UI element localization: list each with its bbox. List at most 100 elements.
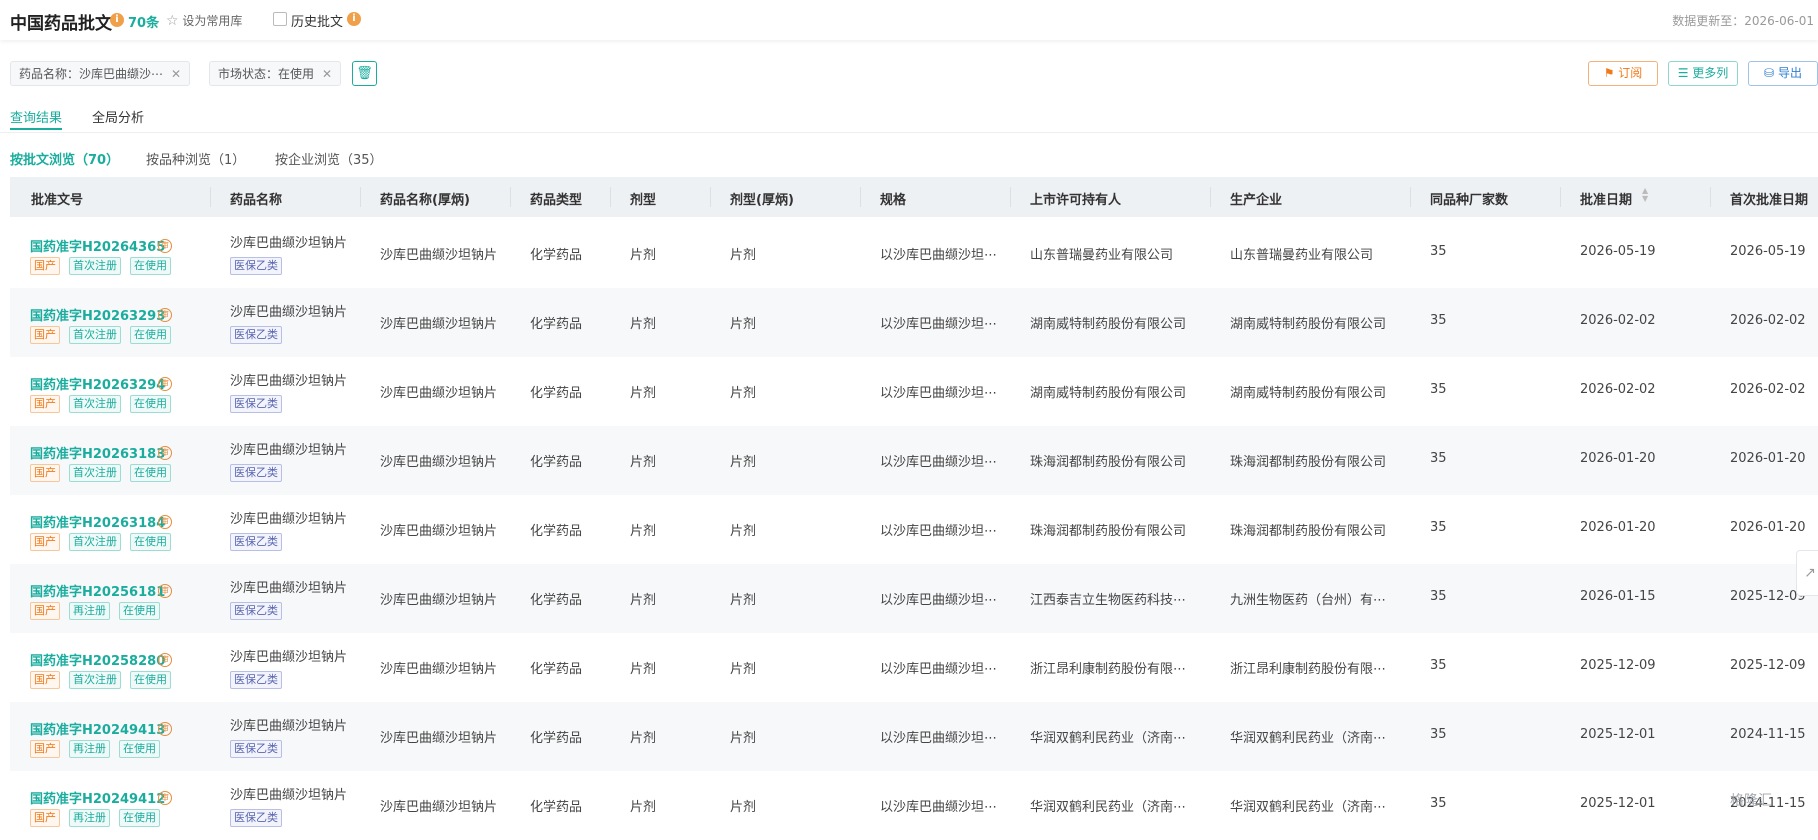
export-icon: ⛁ xyxy=(1764,66,1775,80)
spec: 以沙库巴曲缬沙坦⋯ xyxy=(880,524,998,539)
tab-query-results[interactable]: 查询结果 xyxy=(10,107,62,126)
col-header-first-approval-date[interactable]: 首次批准日期 xyxy=(1730,189,1808,208)
col-header-dosage-form-alt[interactable]: 剂型(厚炳) xyxy=(730,189,794,208)
origin-tag: 国产 xyxy=(30,533,60,551)
filter-label: 药品名称：沙库巴曲缬沙⋯ xyxy=(19,67,164,81)
status-tag: 在使用 xyxy=(119,740,160,758)
approval-date: 2026-05-19 xyxy=(1580,244,1656,259)
approval-number-link[interactable]: 国药准字H20263184 xyxy=(30,512,165,531)
certificate-icon: 审 xyxy=(158,239,172,253)
subtab-by-approval[interactable]: 按批文浏览（70） xyxy=(10,149,119,168)
col-header-dosage-form[interactable]: 剂型 xyxy=(630,189,656,208)
info-icon[interactable]: i xyxy=(110,13,124,27)
insurance-tag: 医保乙类 xyxy=(230,533,282,551)
drug-type: 化学药品 xyxy=(530,524,583,539)
manufacturer: 山东普瑞曼药业有限公司 xyxy=(1230,248,1374,263)
trash-icon: 🗑 xyxy=(356,66,373,81)
close-icon[interactable]: ✕ xyxy=(322,67,332,81)
clear-filters-button[interactable]: 🗑 xyxy=(352,61,377,86)
dosage-form-alt: 片剂 xyxy=(730,386,757,401)
col-header-license-holder[interactable]: 上市许可持有人 xyxy=(1030,189,1121,208)
sort-icon[interactable]: ▲ ▼ xyxy=(1642,187,1648,203)
col-header-manufacturer[interactable]: 生产企业 xyxy=(1230,189,1282,208)
result-count: 70条 xyxy=(128,16,160,31)
col-header-drug-type[interactable]: 药品类型 xyxy=(530,189,582,208)
insurance-tag: 医保乙类 xyxy=(230,395,282,413)
drug-name: 沙库巴曲缬沙坦钠片 xyxy=(230,581,348,596)
first-approval-date: 2026-01-20 xyxy=(1730,451,1806,466)
history-checkbox[interactable] xyxy=(273,12,287,26)
dosage-form: 片剂 xyxy=(630,386,657,401)
status-tag: 在使用 xyxy=(119,602,160,620)
manufacturer: 珠海润都制药股份有限公司 xyxy=(1230,524,1387,539)
filter-chip-drug-name[interactable]: 药品名称：沙库巴曲缬沙⋯ ✕ xyxy=(10,61,191,86)
insurance-tag: 医保乙类 xyxy=(230,740,282,758)
first-approval-date: 2026-01-20 xyxy=(1730,520,1806,535)
tab-divider xyxy=(0,132,1818,133)
approval-number-link[interactable]: 国药准字H20263183 xyxy=(30,443,165,462)
insurance-tag: 医保乙类 xyxy=(230,257,282,275)
dosage-form: 片剂 xyxy=(630,317,657,332)
registration-tag: 首次注册 xyxy=(69,671,121,689)
table-row: 国药准字H20263293 审 国产 首次注册 在使用 沙库巴曲缬沙坦钠片 医保… xyxy=(10,288,1818,357)
active-tab-indicator xyxy=(10,128,62,130)
vendor-count: 35 xyxy=(1430,313,1447,328)
history-info-icon[interactable]: i xyxy=(347,12,361,26)
drug-name-alt: 沙库巴曲缬沙坦钠片 xyxy=(380,593,498,608)
close-icon[interactable]: ✕ xyxy=(171,67,181,81)
tab-global-analysis[interactable]: 全局分析 xyxy=(92,107,144,126)
approval-number-link[interactable]: 国药准字H20263294 xyxy=(30,374,165,393)
approval-number-link[interactable]: 国药准字H20264365 xyxy=(30,236,165,255)
first-approval-date: 2026-02-02 xyxy=(1730,313,1806,328)
col-header-approval-date[interactable]: 批准日期 xyxy=(1580,189,1632,208)
table-row: 国药准字H20258280 审 国产 首次注册 在使用 沙库巴曲缬沙坦钠片 医保… xyxy=(10,633,1818,702)
favorite-button[interactable]: ☆ 设为常用库 xyxy=(166,12,242,29)
table-row: 国药准字H20263183 审 国产 首次注册 在使用 沙库巴曲缬沙坦钠片 医保… xyxy=(10,426,1818,495)
col-header-drug-name[interactable]: 药品名称 xyxy=(230,189,282,208)
origin-tag: 国产 xyxy=(30,464,60,482)
vendor-count: 35 xyxy=(1430,382,1447,397)
subscribe-button[interactable]: ⚑ 订阅 xyxy=(1588,61,1658,86)
dosage-form: 片剂 xyxy=(630,593,657,608)
origin-tag: 国产 xyxy=(30,395,60,413)
col-header-vendor-count[interactable]: 同品种厂家数 xyxy=(1430,189,1508,208)
license-holder: 珠海润都制药股份有限公司 xyxy=(1030,455,1187,470)
subtab-by-variety[interactable]: 按品种浏览（1） xyxy=(146,149,245,168)
approval-number-link[interactable]: 国药准字H20249412 xyxy=(30,788,165,807)
drug-type: 化学药品 xyxy=(530,248,583,263)
filter-label: 市场状态：在使用 xyxy=(218,67,315,81)
export-button[interactable]: ⛁ 导出 xyxy=(1748,61,1818,86)
drug-name: 沙库巴曲缬沙坦钠片 xyxy=(230,719,348,734)
origin-tag: 国产 xyxy=(30,740,60,758)
back-to-top-button[interactable]: ↗ xyxy=(1796,550,1818,596)
column-divider xyxy=(1410,187,1411,207)
approval-date: 2025-12-01 xyxy=(1580,727,1656,742)
dosage-form: 片剂 xyxy=(630,455,657,470)
dosage-form-alt: 片剂 xyxy=(730,800,757,815)
drug-type: 化学药品 xyxy=(530,662,583,677)
approval-number-link[interactable]: 国药准字H20258280 xyxy=(30,650,165,669)
subtab-by-company[interactable]: 按企业浏览（35） xyxy=(275,149,383,168)
license-holder: 湖南威特制药股份有限公司 xyxy=(1030,317,1187,332)
column-divider xyxy=(210,187,211,207)
approval-number-link[interactable]: 国药准字H20249413 xyxy=(30,719,165,738)
dosage-form: 片剂 xyxy=(630,800,657,815)
manufacturer: 湖南威特制药股份有限公司 xyxy=(1230,317,1387,332)
column-divider xyxy=(1210,187,1211,207)
table-row: 国药准字H20264365 审 国产 首次注册 在使用 沙库巴曲缬沙坦钠片 医保… xyxy=(10,219,1818,288)
approval-number-link[interactable]: 国药准字H20263293 xyxy=(30,305,165,324)
col-header-approval-no[interactable]: 批准文号 xyxy=(31,189,83,208)
approval-number-link[interactable]: 国药准字H20256181 xyxy=(30,581,165,600)
filter-chip-market-status[interactable]: 市场状态：在使用 ✕ xyxy=(209,61,342,86)
drug-type: 化学药品 xyxy=(530,593,583,608)
drug-name: 沙库巴曲缬沙坦钠片 xyxy=(230,305,348,320)
first-approval-date: 2025-12-09 xyxy=(1730,658,1806,673)
insurance-tag: 医保乙类 xyxy=(230,602,282,620)
col-header-spec[interactable]: 规格 xyxy=(880,189,906,208)
approval-date: 2026-02-02 xyxy=(1580,382,1656,397)
more-columns-button[interactable]: ☰ 更多列 xyxy=(1668,61,1738,86)
license-holder: 华润双鹤利民药业（济南⋯ xyxy=(1030,731,1187,746)
drug-type: 化学药品 xyxy=(530,731,583,746)
col-header-drug-name-alt[interactable]: 药品名称(厚炳) xyxy=(380,189,470,208)
column-divider xyxy=(860,187,861,207)
